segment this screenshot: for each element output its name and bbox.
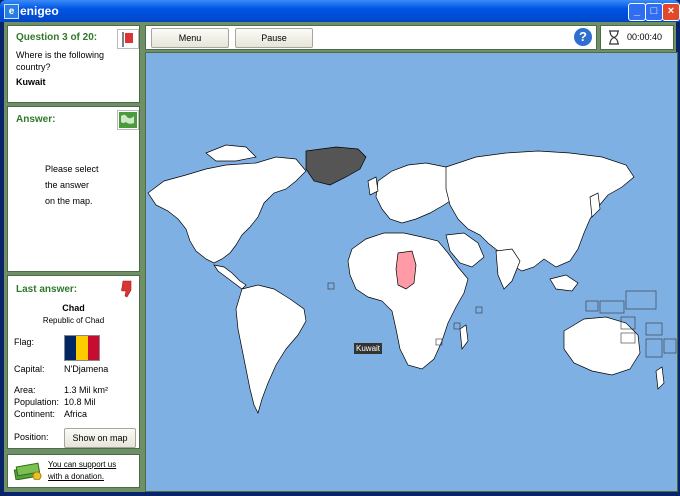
greenland — [305, 146, 367, 186]
map-svg[interactable] — [146, 53, 677, 491]
pause-button[interactable]: Pause — [235, 28, 313, 48]
population-value: 10.8 Mil — [64, 397, 96, 407]
capital-value: N'Djamena — [64, 364, 109, 374]
client-area: Question 3 of 20: Where is the following… — [4, 22, 678, 492]
position-label: Position: — [14, 432, 49, 442]
area-value: 1.3 Mil km² — [64, 385, 109, 395]
country-flag — [64, 335, 100, 361]
pacific-island-box-9 — [327, 282, 335, 290]
flag-stripe-yellow — [76, 336, 88, 360]
answer-line3: on the map. — [45, 196, 93, 206]
answer-panel: Answer: Please select the answer on the … — [7, 106, 140, 272]
question-header: Question 3 of 20: — [16, 32, 98, 43]
donation-link-line1[interactable]: You can support us — [48, 460, 116, 469]
area-label: Area: — [14, 385, 36, 395]
question-panel: Question 3 of 20: Where is the following… — [7, 25, 140, 103]
app-icon: e — [4, 4, 19, 19]
southeast-asia-islands — [549, 274, 579, 292]
toolbar: Menu Pause ? — [145, 25, 597, 50]
south-america — [235, 284, 307, 414]
window-title: enigeo — [20, 4, 59, 18]
answer-header: Answer: — [16, 114, 56, 125]
donation-panel: You can support us with a donation. — [7, 454, 140, 488]
continent-value: Africa — [64, 409, 88, 419]
question-country: Kuwait — [16, 77, 46, 87]
australia — [563, 316, 641, 376]
pacific-island-box-3 — [585, 300, 599, 312]
capital-label: Capital: — [14, 364, 45, 374]
money-icon — [13, 462, 43, 481]
pacific-island-box-1 — [625, 290, 657, 310]
japan — [589, 192, 601, 218]
timer-value: 00:00:40 — [627, 32, 663, 42]
flag-stripe-red — [87, 336, 99, 360]
pacific-island-box-11 — [453, 322, 461, 330]
last-answer-panel: Last answer: Chad Republic of Chad Flag:… — [7, 275, 140, 449]
hourglass-icon — [608, 30, 620, 45]
show-on-map-button[interactable]: Show on map — [64, 428, 136, 448]
madagascar — [459, 324, 469, 350]
minimize-button[interactable]: _ — [628, 3, 646, 21]
timer-panel: 00:00:40 — [600, 25, 674, 50]
close-button[interactable]: × — [662, 3, 680, 21]
thumbs-down-icon — [120, 280, 134, 298]
last-answer-country: Chad — [62, 303, 85, 313]
new-zealand — [655, 366, 665, 390]
country-tooltip: Kuwait — [354, 343, 383, 354]
menu-button[interactable]: Menu — [151, 28, 229, 48]
continent-label: Continent: — [14, 409, 56, 419]
flag-label: Flag: — [14, 337, 35, 347]
last-answer-header: Last answer: — [16, 284, 78, 295]
donation-link-line2[interactable]: with a donation. — [48, 472, 104, 481]
help-icon[interactable]: ? — [574, 28, 592, 46]
world-map[interactable]: Kuwait — [145, 52, 678, 492]
answer-line2: the answer — [45, 180, 90, 190]
globe-icon — [117, 110, 139, 130]
central-america — [213, 264, 247, 290]
pacific-island-box-2 — [599, 300, 625, 314]
answer-line1: Please select — [45, 164, 99, 174]
title-bar[interactable]: e enigeo _ □ × — [0, 0, 680, 22]
flag-stripe-blue — [65, 336, 77, 360]
pacific-island-box-10 — [475, 306, 483, 314]
flag-question-icon — [117, 29, 139, 49]
last-answer-official-name: Republic of Chad — [42, 316, 105, 325]
maximize-button[interactable]: □ — [645, 3, 663, 21]
india — [495, 248, 521, 290]
pacific-island-box-7 — [645, 338, 663, 358]
canada-islands — [205, 144, 257, 162]
question-prompt: Where is the following country? — [16, 50, 105, 72]
chad-highlight — [395, 250, 417, 290]
pacific-island-box-6 — [645, 322, 663, 336]
north-america — [147, 156, 307, 264]
population-label: Population: — [14, 397, 60, 407]
pacific-island-box-8 — [663, 338, 677, 354]
app-window: e enigeo _ □ × Question 3 of 20: Where i… — [0, 0, 680, 496]
